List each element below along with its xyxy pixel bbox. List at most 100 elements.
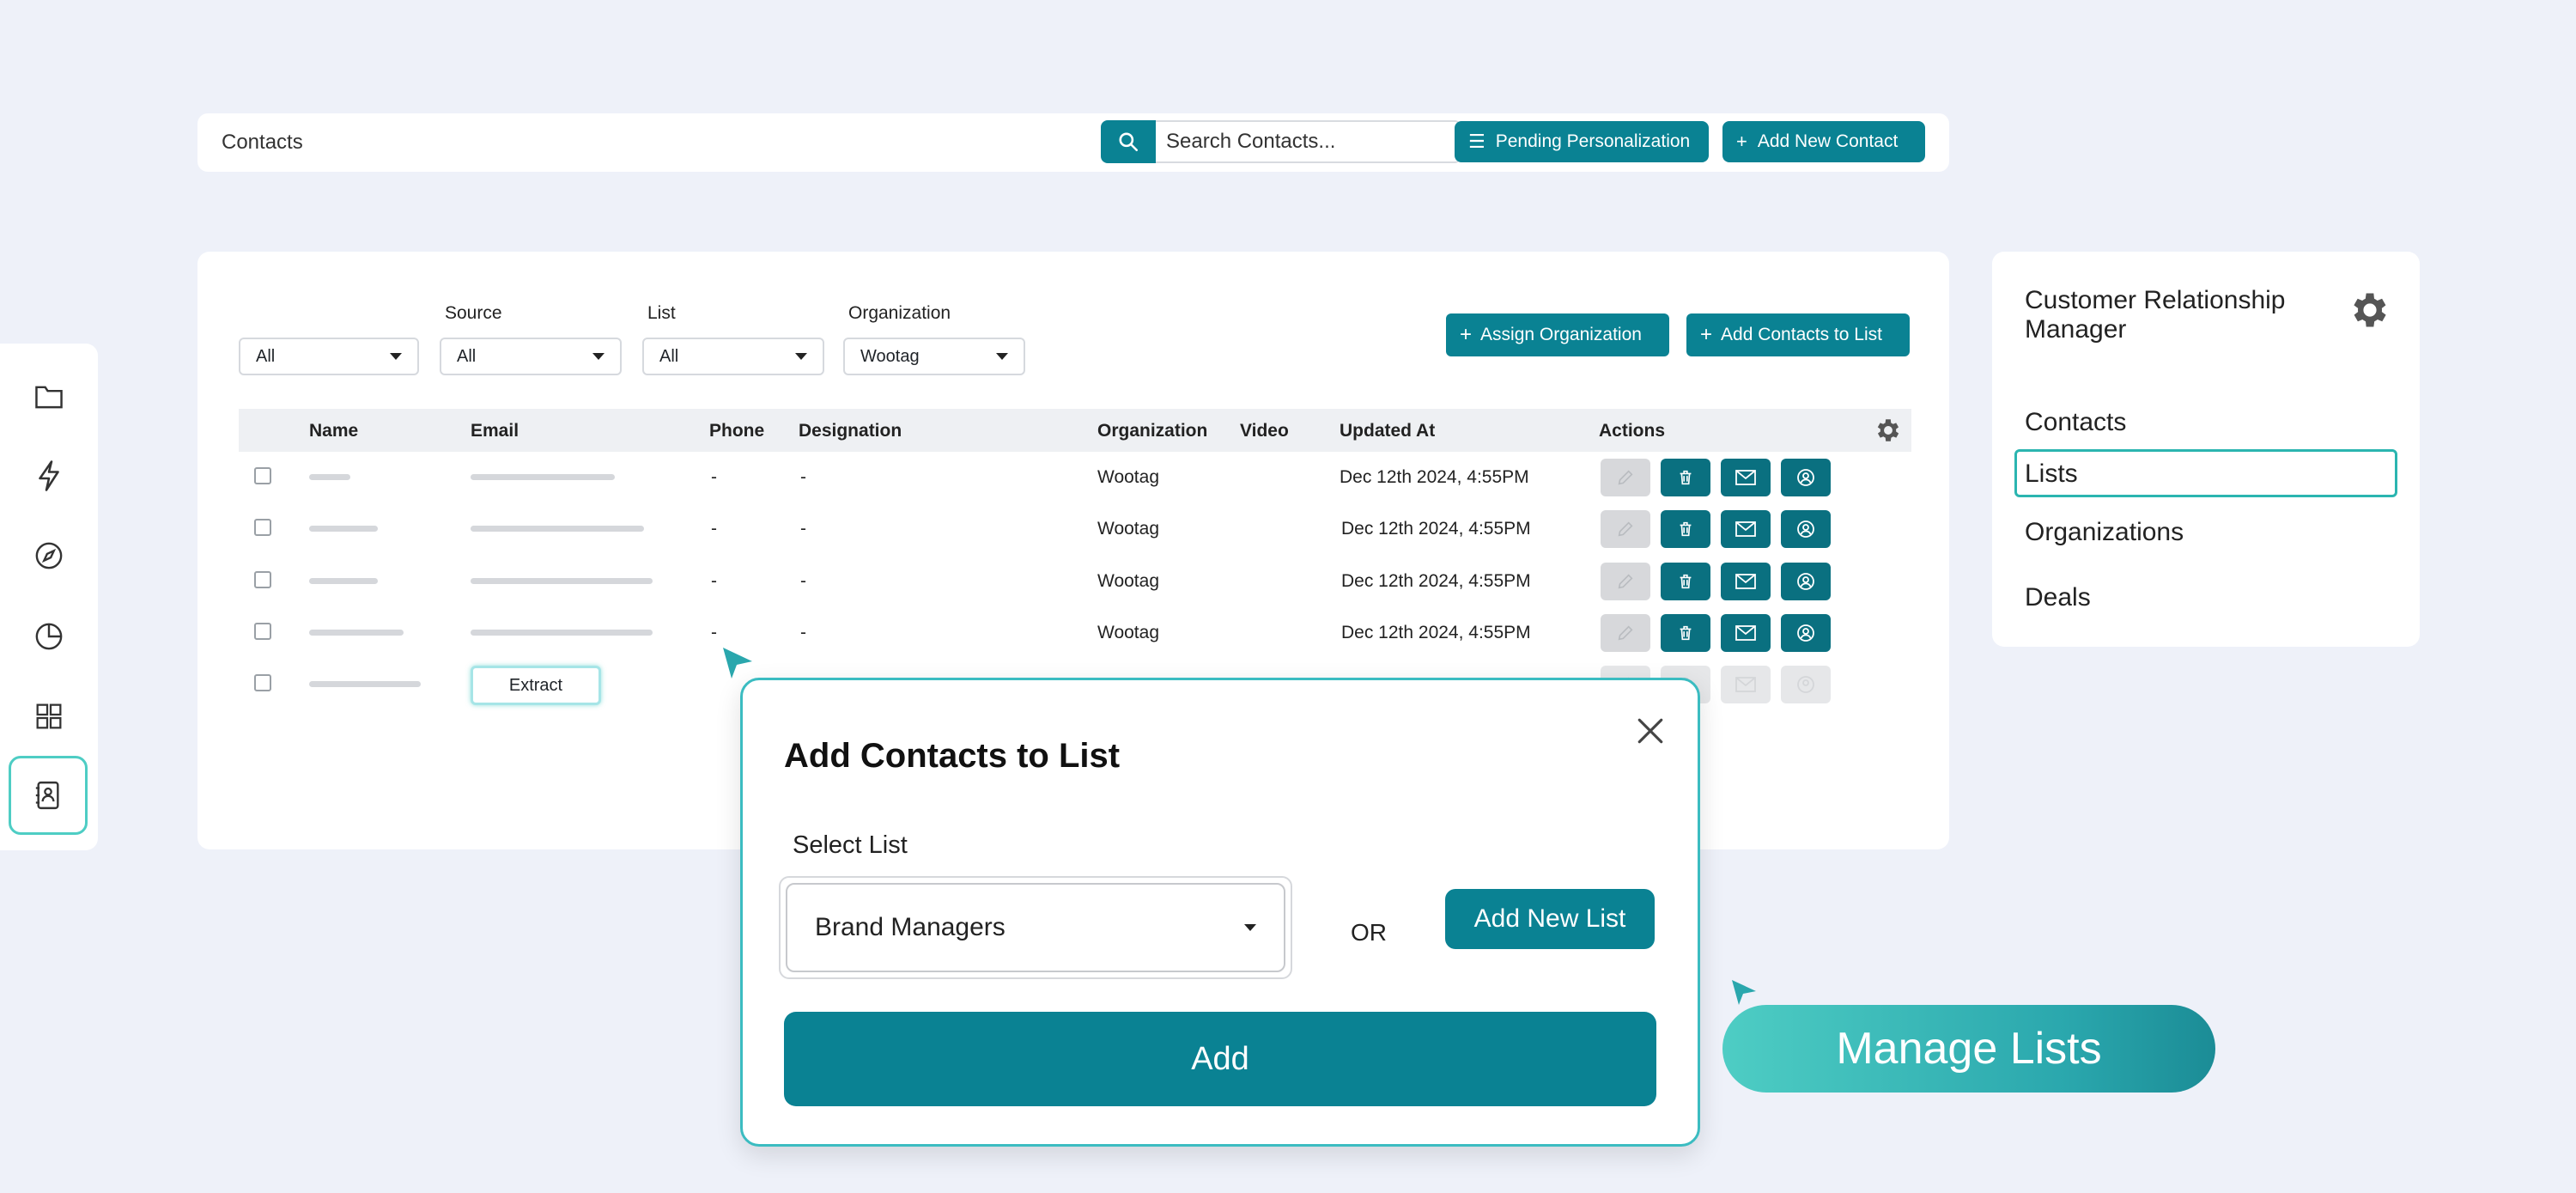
top-bar: Contacts ☰ Pending Personalization + Add… xyxy=(197,113,1949,172)
designation-cell: - xyxy=(800,467,806,487)
row-checkbox[interactable] xyxy=(254,571,271,588)
row-checkbox[interactable] xyxy=(254,519,271,536)
compass-icon xyxy=(35,542,63,569)
sidebar xyxy=(0,344,98,850)
organization-cell: Wootag xyxy=(1097,623,1159,642)
profile-button[interactable] xyxy=(1781,666,1831,703)
updated-at-cell: Dec 12th 2024, 4:55PM xyxy=(1341,519,1531,539)
add-contacts-to-list-button[interactable]: + Add Contacts to List xyxy=(1686,313,1910,356)
email-placeholder xyxy=(471,630,653,636)
add-button[interactable]: Add xyxy=(784,1012,1656,1106)
sidebar-item-contacts[interactable] xyxy=(9,756,88,835)
select-list-label: Select List xyxy=(793,831,908,859)
sidebar-item-apps[interactable] xyxy=(26,693,72,740)
pencil-icon xyxy=(1618,470,1633,485)
contacts-book-icon xyxy=(35,781,59,810)
filter-select-list[interactable]: All xyxy=(642,338,824,375)
column-header-phone: Phone xyxy=(709,421,765,441)
gear-icon[interactable] xyxy=(2348,288,2392,332)
sidebar-item-explore[interactable] xyxy=(26,533,72,579)
sidebar-item-folder[interactable] xyxy=(26,373,72,419)
column-header-name: Name xyxy=(309,421,359,441)
filter-select-source[interactable]: All xyxy=(440,338,622,375)
sidebar-item-analytics[interactable] xyxy=(26,613,72,660)
crm-menu-item-deals[interactable]: Deals xyxy=(2025,583,2091,612)
designation-cell: - xyxy=(800,571,806,591)
table-row[interactable]: - - Wootag Dec 12th 2024, 4:55PM xyxy=(239,503,1911,555)
caret-down-icon xyxy=(1244,924,1256,931)
filter-label-organization: Organization xyxy=(848,303,951,323)
caret-down-icon xyxy=(996,353,1008,360)
delete-button[interactable] xyxy=(1661,614,1710,652)
name-placeholder xyxy=(309,526,378,532)
updated-at-cell: Dec 12th 2024, 4:55PM xyxy=(1340,467,1529,487)
plus-icon: + xyxy=(1736,131,1747,152)
filter-select-first[interactable]: All xyxy=(239,338,419,375)
column-header-actions: Actions xyxy=(1599,421,1666,441)
add-new-contact-button[interactable]: + Add New Contact xyxy=(1722,121,1925,162)
table-row[interactable]: - - Wootag Dec 12th 2024, 4:55PM xyxy=(239,452,1911,503)
assign-organization-button[interactable]: + Assign Organization xyxy=(1446,313,1669,356)
delete-button[interactable] xyxy=(1661,510,1710,548)
edit-button[interactable] xyxy=(1601,459,1650,496)
profile-button[interactable] xyxy=(1781,510,1831,548)
user-circle-icon xyxy=(1797,573,1814,590)
crm-menu-item-organizations[interactable]: Organizations xyxy=(2025,518,2184,547)
lightning-icon xyxy=(39,460,59,491)
name-placeholder xyxy=(309,578,378,584)
phone-cell: - xyxy=(711,571,717,591)
add-new-list-button[interactable]: Add New List xyxy=(1445,889,1655,949)
select-list-dropdown[interactable]: Brand Managers xyxy=(786,883,1285,972)
manage-lists-callout: Manage Lists xyxy=(1722,1005,2215,1093)
phone-cell: - xyxy=(711,623,717,642)
name-placeholder xyxy=(309,681,421,687)
column-header-video: Video xyxy=(1240,421,1289,441)
email-button[interactable] xyxy=(1721,459,1771,496)
edit-button[interactable] xyxy=(1601,614,1650,652)
pencil-icon xyxy=(1618,521,1633,537)
search-button[interactable] xyxy=(1101,120,1156,163)
caret-down-icon xyxy=(390,353,402,360)
organization-cell: Wootag xyxy=(1097,519,1159,539)
caret-down-icon xyxy=(592,353,605,360)
phone-cell: - xyxy=(711,467,717,487)
crm-menu-item-lists[interactable]: Lists xyxy=(2025,460,2078,489)
pending-personalization-button[interactable]: ☰ Pending Personalization xyxy=(1455,121,1709,162)
email-button[interactable] xyxy=(1721,614,1771,652)
pencil-icon xyxy=(1618,574,1633,589)
close-icon[interactable] xyxy=(1636,716,1665,746)
table-row[interactable]: - - Wootag Dec 12th 2024, 4:55PM xyxy=(239,556,1911,607)
delete-button[interactable] xyxy=(1661,563,1710,600)
profile-button[interactable] xyxy=(1781,459,1831,496)
sidebar-item-automation[interactable] xyxy=(26,453,72,499)
row-checkbox[interactable] xyxy=(254,467,271,484)
filter-select-organization[interactable]: Wootag xyxy=(843,338,1025,375)
column-settings-gear-icon[interactable] xyxy=(1874,416,1903,445)
table-row[interactable]: - - Wootag Dec 12th 2024, 4:55PM xyxy=(239,607,1911,659)
delete-button[interactable] xyxy=(1661,459,1710,496)
crm-menu-item-contacts[interactable]: Contacts xyxy=(2025,408,2126,437)
name-placeholder xyxy=(309,630,404,636)
grid-icon xyxy=(36,703,62,729)
trash-icon xyxy=(1680,625,1692,641)
profile-button[interactable] xyxy=(1781,614,1831,652)
email-button[interactable] xyxy=(1721,510,1771,548)
row-checkbox[interactable] xyxy=(254,623,271,640)
trash-icon xyxy=(1680,470,1692,485)
profile-button[interactable] xyxy=(1781,563,1831,600)
email-button[interactable] xyxy=(1721,563,1771,600)
search-input[interactable] xyxy=(1156,120,1461,163)
name-placeholder xyxy=(309,474,350,480)
edit-button[interactable] xyxy=(1601,563,1650,600)
cursor-pointer-icon xyxy=(723,648,752,679)
email-placeholder xyxy=(471,474,615,480)
edit-button[interactable] xyxy=(1601,510,1650,548)
column-header-email: Email xyxy=(471,421,519,441)
row-checkbox[interactable] xyxy=(254,674,271,691)
email-button[interactable] xyxy=(1721,666,1771,703)
extract-button[interactable]: Extract xyxy=(471,666,601,705)
organization-cell: Wootag xyxy=(1097,571,1159,591)
add-contacts-to-list-modal: Add Contacts to List Select List Brand M… xyxy=(740,678,1700,1147)
crm-menu-panel: Customer Relationship Manager Contacts L… xyxy=(1992,252,2420,647)
user-circle-icon xyxy=(1797,676,1814,693)
